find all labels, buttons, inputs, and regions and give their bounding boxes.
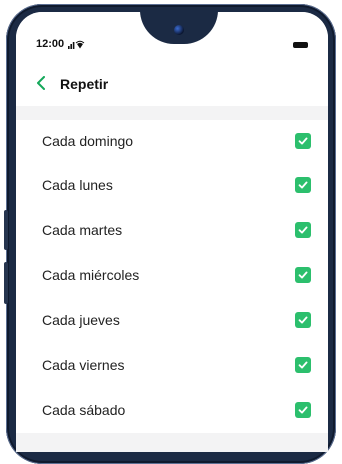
list-item-label: Cada sábado <box>42 402 126 418</box>
header: Repetir <box>16 62 328 106</box>
list-item-label: Cada martes <box>42 222 123 238</box>
chevron-left-icon[interactable] <box>36 76 46 90</box>
list-item-lunes[interactable]: Cada lunes <box>16 164 328 208</box>
list-item-label: Cada miércoles <box>42 267 140 283</box>
list-footer-spacer <box>16 433 328 452</box>
phone-frame: 12:00 Repetir Cada domingo Cada lunes Ca… <box>0 0 342 464</box>
repeat-days-list: Cada domingo Cada lunes Cada martes Cada… <box>16 120 328 433</box>
status-time: 12:00 <box>36 38 65 50</box>
front-camera <box>174 25 184 35</box>
list-item-label: Cada lunes <box>42 177 113 193</box>
checkbox-checked-icon[interactable] <box>295 222 311 238</box>
list-item-martes[interactable]: Cada martes <box>16 209 328 253</box>
volume-button <box>4 210 8 250</box>
list-item-label: Cada jueves <box>42 312 120 328</box>
checkbox-checked-icon[interactable] <box>295 312 311 328</box>
list-item-label: Cada domingo <box>42 133 134 149</box>
list-item-sabado[interactable]: Cada sábado <box>16 389 328 433</box>
checkbox-checked-icon[interactable] <box>295 402 311 418</box>
signal-wifi-icon <box>68 40 90 51</box>
list-item-domingo[interactable]: Cada domingo <box>16 120 328 164</box>
checkbox-checked-icon[interactable] <box>295 267 311 283</box>
checkbox-checked-icon[interactable] <box>295 357 311 373</box>
list-item-label: Cada viernes <box>42 357 125 373</box>
checkbox-checked-icon[interactable] <box>295 133 311 149</box>
power-button <box>4 262 8 304</box>
list-item-miercoles[interactable]: Cada miércoles <box>16 254 328 298</box>
battery-icon <box>293 42 308 48</box>
list-item-viernes[interactable]: Cada viernes <box>16 344 328 388</box>
checkbox-checked-icon[interactable] <box>295 177 311 193</box>
page-title: Repetir <box>60 76 109 92</box>
list-item-jueves[interactable]: Cada jueves <box>16 299 328 343</box>
screen: 12:00 Repetir Cada domingo Cada lunes Ca… <box>16 12 328 452</box>
